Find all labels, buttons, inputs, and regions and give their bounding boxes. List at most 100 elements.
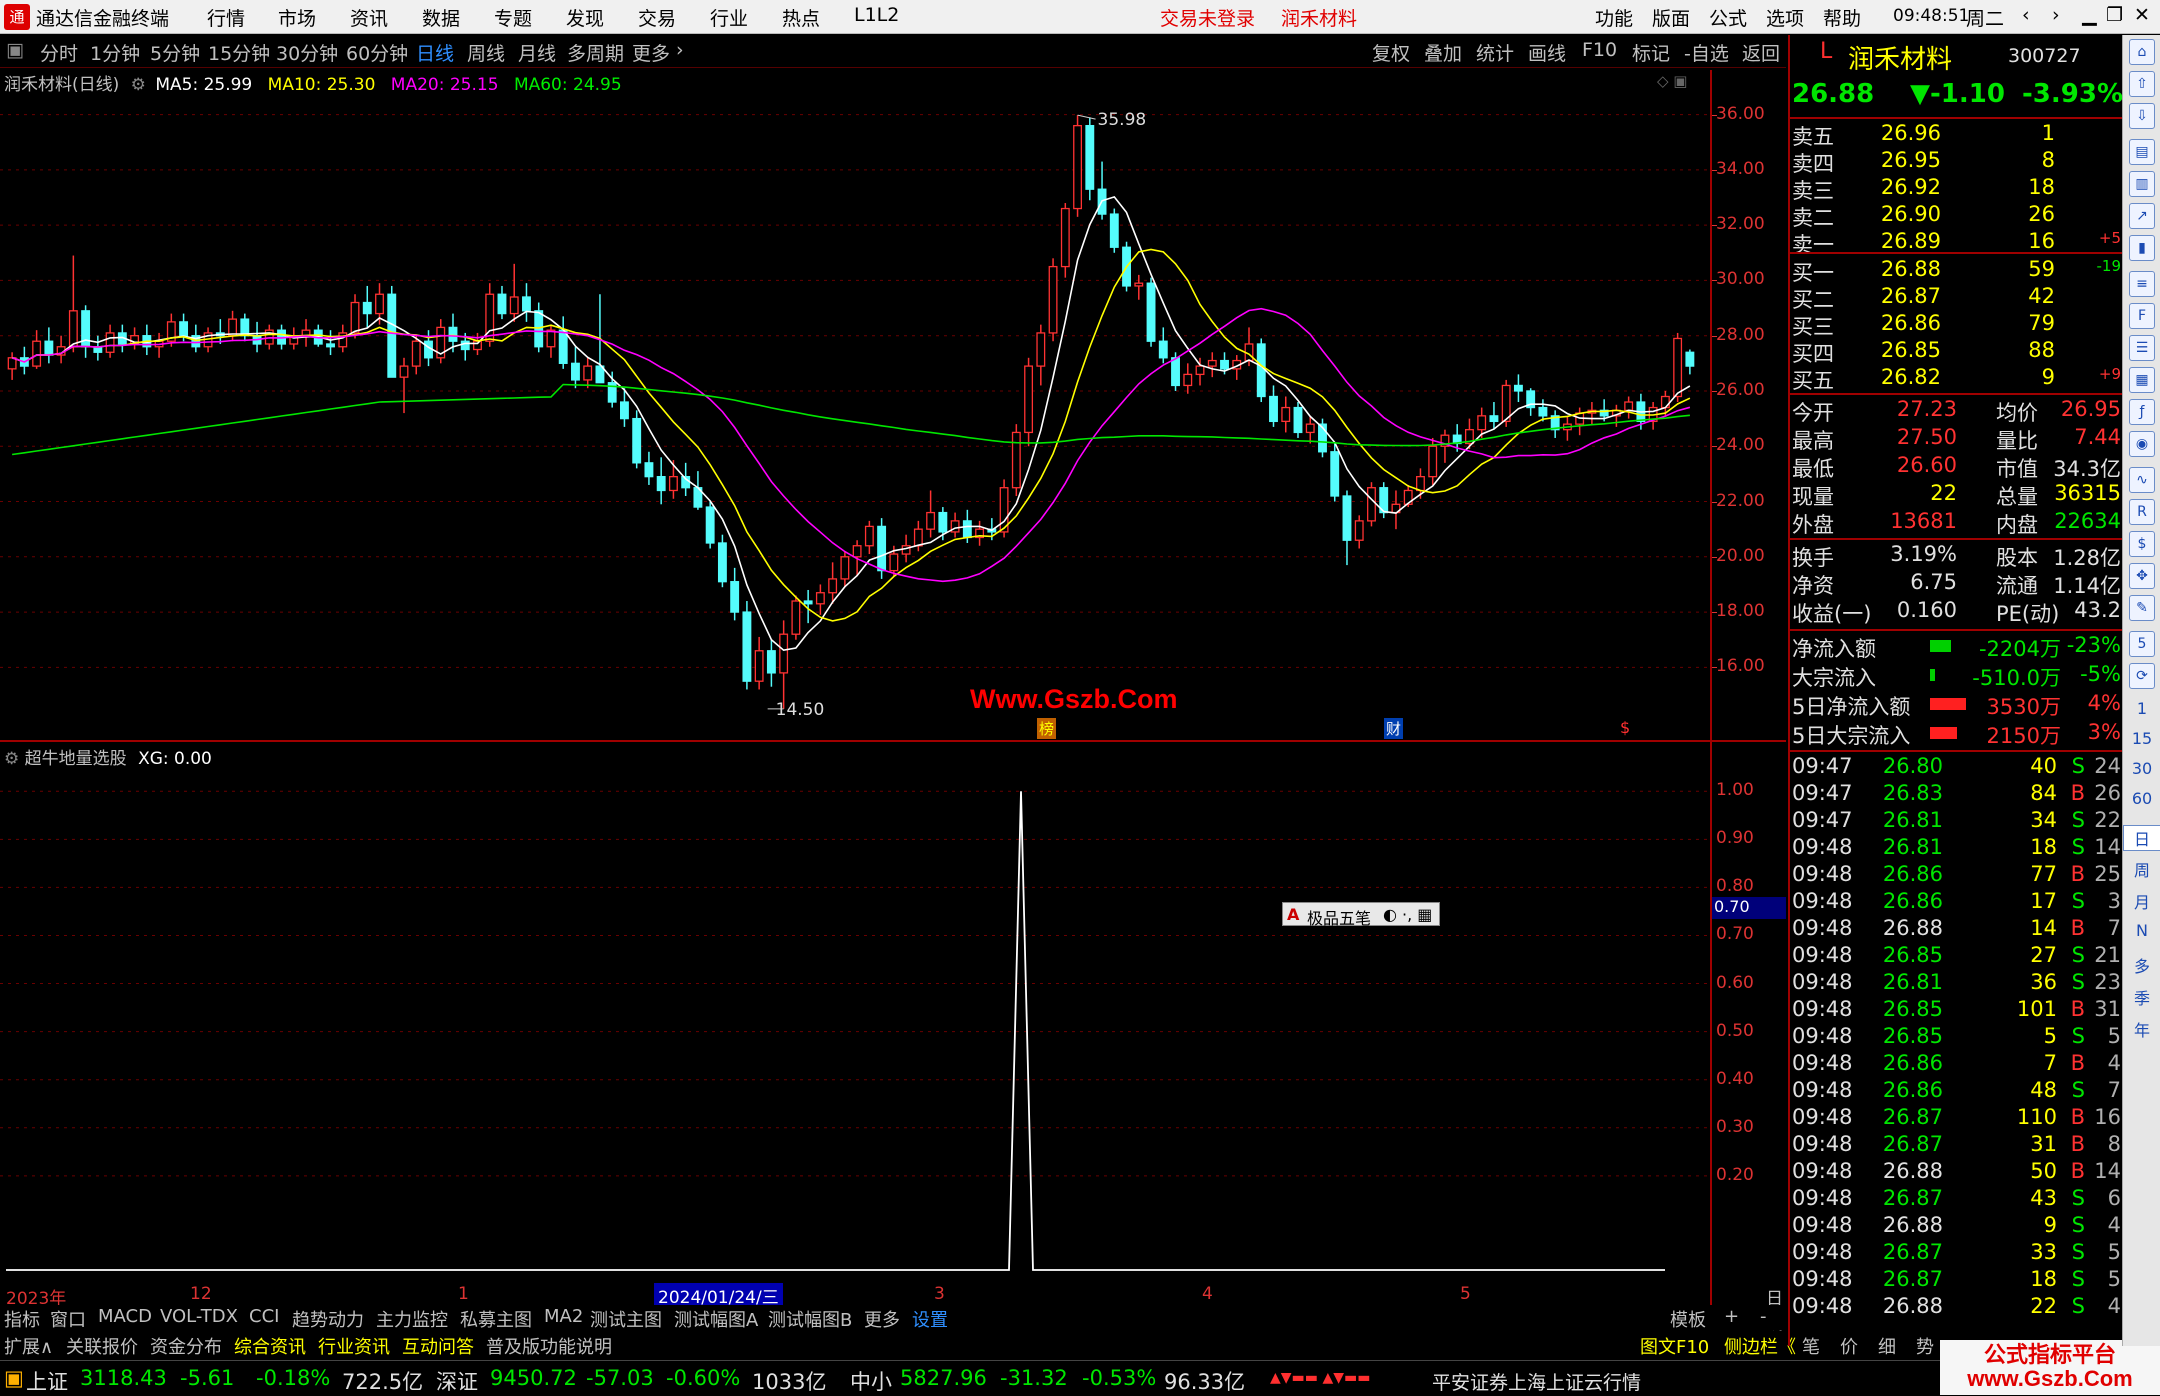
period-daily[interactable]: 日线 [416,39,454,66]
menu-gongneng[interactable]: 功能 [1595,4,1633,31]
tool-fuquan[interactable]: 复权 [1372,39,1410,66]
tab-f10-graph[interactable]: 图文F10 [1640,1333,1709,1359]
menu-xuanxiang[interactable]: 选项 [1766,4,1804,31]
period-1[interactable]: 1 [2123,699,2160,718]
tick-row[interactable]: 09:48 26.87 110 B 16 [1790,1105,2123,1132]
tool-zixuan[interactable]: -自选 [1684,39,1729,66]
trend-icon[interactable]: ↗ [2129,203,2155,229]
tab-sidebar[interactable]: 侧边栏《 [1724,1333,1796,1359]
menu-bangzhu[interactable]: 帮助 [1823,4,1861,31]
tab-settings[interactable]: 设置 [912,1306,948,1332]
bid-row[interactable]: 买四 26.85 88 [1790,338,2123,366]
sh-name[interactable]: 上证 [26,1366,68,1396]
tick-row[interactable]: 09:48 26.86 48 S 7 [1790,1078,2123,1105]
ask-row[interactable]: 卖五 26.96 1 [1790,121,2123,149]
period-5min[interactable]: 5分钟 [150,39,200,66]
period-year[interactable]: 年 [2123,1017,2160,1041]
menu-zhuanti[interactable]: 专题 [494,4,532,31]
page-icon[interactable]: ▦ [2129,367,2155,393]
period-quarter[interactable]: 季 [2123,985,2160,1009]
report-icon[interactable]: ≡ [2129,271,2155,297]
xg-indicator-chart[interactable] [0,742,1710,1282]
tab-template[interactable]: 模板 [1670,1306,1706,1332]
tick-row[interactable]: 09:48 26.88 14 B 7 [1790,916,2123,943]
close-icon[interactable]: ✕ [2134,4,2150,26]
fund-row[interactable]: 换手 3.19% 股本 1.28亿 [1790,542,2123,570]
tab-ceshi-main[interactable]: 测试主图 [590,1306,662,1332]
tab-macd[interactable]: MACD [98,1306,152,1327]
fund-row[interactable]: 收益(一) 0.160 PE(动) 43.2 [1790,598,2123,626]
back-icon[interactable]: ‹ [2022,4,2030,26]
tick-row[interactable]: 09:47 26.81 34 S 22 [1790,808,2123,835]
bid-row[interactable]: 买三 26.86 79 [1790,311,2123,339]
period-30min[interactable]: 30分钟 [276,39,338,66]
tab-guanlian[interactable]: 关联报价 [66,1333,138,1359]
period-15[interactable]: 15 [2123,729,2160,748]
tab-zijin[interactable]: 资金分布 [150,1333,222,1359]
tick-row[interactable]: 09:48 26.85 27 S 21 [1790,943,2123,970]
tick-row[interactable]: 09:48 26.86 7 B 4 [1790,1051,2123,1078]
filter-icon[interactable]: ◉ [2129,431,2155,457]
zx-name[interactable]: 中小 [850,1366,892,1396]
period-30[interactable]: 30 [2123,759,2160,778]
tab-remove[interactable]: - [1760,1306,1767,1327]
tab-ceshi-a[interactable]: 测试幅图A [674,1306,758,1332]
ime-moon-icon[interactable]: ◐ ·, ▦ [1383,905,1432,924]
tab-hangye-zixun[interactable]: 行业资讯 [318,1333,390,1359]
chevron-right-icon[interactable]: › [676,39,684,61]
period-more[interactable]: 更多 [632,39,670,66]
tool-fanhui[interactable]: 返回 [1742,39,1780,66]
tab-puji[interactable]: 普及版功能说明 [486,1333,612,1359]
tab-zhuli[interactable]: 主力监控 [376,1306,448,1332]
tick-row[interactable]: 09:48 26.87 31 B 8 [1790,1132,2123,1159]
menu-shuju[interactable]: 数据 [422,4,460,31]
period-weekly[interactable]: 周线 [467,39,505,66]
event-marker-bang[interactable]: 榜 [1037,718,1057,739]
tick-row[interactable]: 09:48 26.86 77 B 25 [1790,862,2123,889]
stat-row[interactable]: 今开 27.23 均价 26.95 [1790,397,2123,425]
period-day[interactable]: 日 [2123,825,2160,851]
server-name[interactable]: 平安证券上海上证云行情 [1432,1368,1641,1395]
menu-gongshi[interactable]: 公式 [1709,4,1747,31]
tick-row[interactable]: 09:47 26.80 40 S 24 [1790,754,2123,781]
period-week[interactable]: 周 [2123,857,2160,881]
flow-row[interactable]: 净流入额 -2204万 -23% [1790,633,2123,662]
tab-cci[interactable]: CCI [249,1306,279,1327]
login-status[interactable]: 交易未登录 [1160,4,1255,31]
tab-vol-tdx[interactable]: VOL-TDX [160,1306,238,1327]
tab-add[interactable]: + [1724,1306,1739,1327]
tick-row[interactable]: 09:48 26.87 43 S 6 [1790,1186,2123,1213]
period-fenshi[interactable]: 分时 [40,39,78,66]
pen-icon[interactable]: ✎ [2129,595,2155,621]
period-15min[interactable]: 15分钟 [208,39,270,66]
formula-icon[interactable]: ƒ [2129,399,2155,425]
period-60[interactable]: 60 [2123,789,2160,808]
arrow-up-icon[interactable]: ⇧ [2129,71,2155,97]
period-multi[interactable]: 多周期 [567,39,624,66]
flow-row[interactable]: 大宗流入 -510.0万 -5% [1790,662,2123,691]
menu-hangye[interactable]: 行业 [710,4,748,31]
arrow-down-icon[interactable]: ⇩ [2129,103,2155,129]
home-icon[interactable]: ⌂ [2129,39,2155,65]
tick-row[interactable]: 09:48 26.81 18 S 14 [1790,835,2123,862]
tick-row[interactable]: 09:48 26.88 50 B 14 [1790,1159,2123,1186]
f10-icon[interactable]: F [2129,303,2155,329]
tool-tongji[interactable]: 统计 [1476,39,1514,66]
period-multi-side[interactable]: 多 [2123,953,2160,977]
stat-row[interactable]: 现量 22 总量 36315 [1790,481,2123,509]
bid-row[interactable]: 买一 26.88 59 -19 [1790,257,2123,285]
menu-hangqing[interactable]: 行情 [207,4,245,31]
tab-expand[interactable]: 扩展∧ [4,1333,53,1359]
event-marker-cai[interactable]: 财 [1384,718,1404,739]
tick-row[interactable]: 09:48 26.86 17 S 3 [1790,889,2123,916]
refresh-icon[interactable]: ⟳ [2129,663,2155,689]
wave-icon[interactable]: ∿ [2129,467,2155,493]
period-n[interactable]: N [2123,921,2160,940]
fund-row[interactable]: 净资 6.75 流通 1.14亿 [1790,570,2123,598]
money-icon[interactable]: $ [2129,531,2155,557]
tab-ceshi-b[interactable]: 测试幅图B [768,1306,852,1332]
ask-row[interactable]: 卖二 26.90 26 [1790,202,2123,230]
forward-icon[interactable]: › [2052,4,2060,26]
chart-option-icon[interactable]: ◇ ▣ [1657,72,1687,90]
tick-row[interactable]: 09:48 26.87 33 S 5 [1790,1240,2123,1267]
